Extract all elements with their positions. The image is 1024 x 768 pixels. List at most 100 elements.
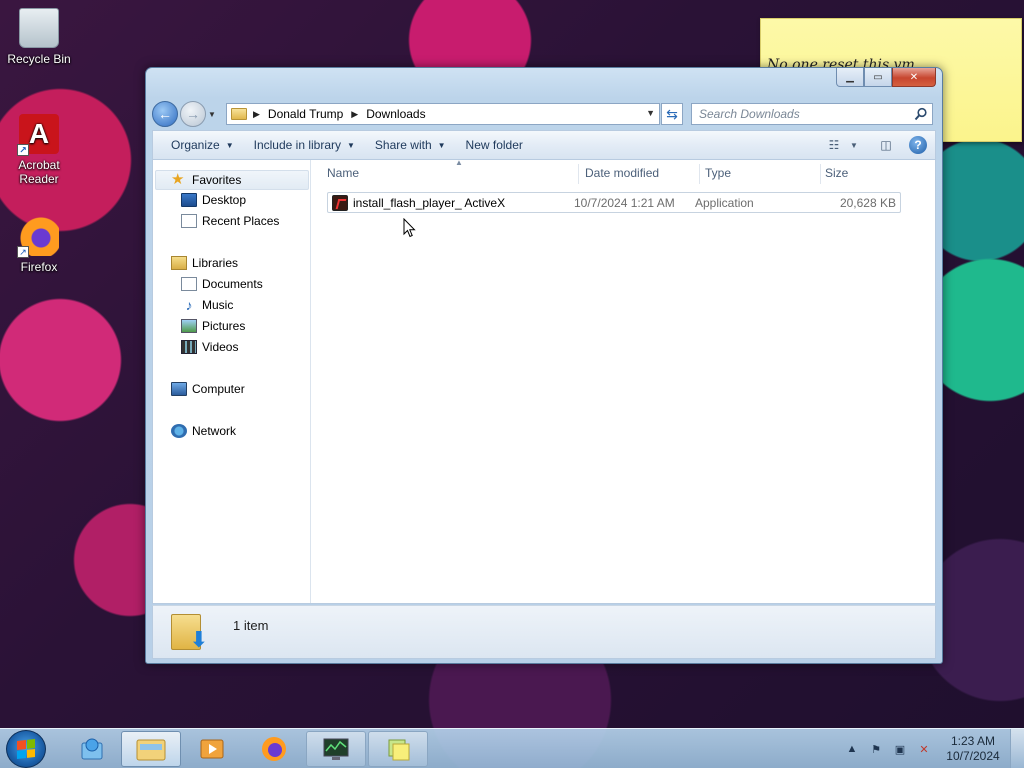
column-label: Type bbox=[705, 166, 732, 180]
new-folder-button[interactable]: New folder bbox=[456, 138, 533, 152]
shortcut-arrow-icon: ↗ bbox=[17, 144, 29, 156]
organize-button[interactable]: Organize ▼ bbox=[161, 138, 244, 152]
column-header-size[interactable]: Size bbox=[819, 160, 899, 186]
clock[interactable]: 1:23 AM 10/7/2024 bbox=[942, 734, 1004, 764]
desktop-icon-label: Acrobat Reader bbox=[18, 158, 60, 186]
folder-icon bbox=[136, 739, 166, 761]
chevron-up-icon: ▲ bbox=[846, 743, 858, 755]
start-button[interactable] bbox=[6, 730, 46, 768]
forward-button[interactable]: → bbox=[180, 101, 206, 127]
view-options-dropdown[interactable]: ▼ bbox=[847, 135, 861, 155]
organize-label: Organize bbox=[171, 138, 220, 152]
chevron-down-icon: ▼ bbox=[850, 140, 858, 150]
computer-icon bbox=[171, 382, 187, 396]
include-in-library-label: Include in library bbox=[253, 138, 341, 152]
item-count: 1 item bbox=[233, 618, 269, 633]
sticky-notes-icon bbox=[388, 739, 410, 761]
network-icon bbox=[171, 424, 187, 438]
volume-muted-icon[interactable]: ✕ bbox=[915, 740, 933, 758]
nav-item-network[interactable]: Network bbox=[171, 421, 236, 441]
chevron-down-icon: ▼ bbox=[225, 140, 234, 150]
desktop-icon-label: Recycle Bin bbox=[7, 52, 71, 66]
sort-ascending-icon: ▲ bbox=[455, 158, 463, 167]
address-bar[interactable]: ▶ Donald Trump ▶ Downloads ▼ bbox=[226, 103, 660, 125]
nav-label: Pictures bbox=[202, 319, 246, 333]
change-view-button[interactable]: ☷ bbox=[821, 135, 847, 155]
column-label: Date modified bbox=[585, 166, 660, 180]
firefox-task[interactable] bbox=[244, 731, 304, 767]
nav-label: Recent Places bbox=[202, 214, 280, 228]
minimize-button[interactable]: ▁ bbox=[836, 68, 864, 87]
flash-installer-icon bbox=[332, 194, 348, 211]
column-header-type[interactable]: Type bbox=[699, 160, 819, 186]
breadcrumb-donald-trump[interactable]: Donald Trump bbox=[268, 107, 343, 121]
recent-pages-dropdown[interactable]: ▼ bbox=[208, 110, 220, 119]
explorer-window[interactable]: ▁ ▭ ✕ ← → ▼ ▶ Donald Trump ▶ Downloads ▼… bbox=[145, 67, 943, 664]
search-icon[interactable] bbox=[914, 107, 928, 121]
desktop-icon-recycle-bin[interactable]: Recycle Bin bbox=[1, 8, 77, 66]
help-button[interactable]: ? bbox=[909, 136, 927, 154]
nav-label: Favorites bbox=[192, 173, 242, 187]
show-desktop-button[interactable] bbox=[1010, 729, 1024, 768]
mouse-cursor-icon bbox=[403, 218, 416, 238]
nav-label: Network bbox=[192, 424, 237, 438]
chevron-down-icon: ▼ bbox=[208, 109, 216, 119]
file-explorer-task[interactable] bbox=[121, 731, 181, 767]
nav-item-favorites[interactable]: ★ Favorites bbox=[155, 170, 309, 190]
network-tray-icon[interactable]: ▣ bbox=[891, 740, 909, 758]
address-dropdown-icon[interactable]: ▼ bbox=[646, 108, 655, 118]
sticky-notes-task[interactable] bbox=[368, 731, 428, 767]
file-name: install_flash_player_ ActiveX bbox=[353, 195, 506, 210]
close-icon: ✕ bbox=[909, 71, 919, 83]
downloads-folder-icon: ⬇ bbox=[171, 614, 208, 651]
nav-item-music[interactable]: ♪ Music bbox=[181, 295, 234, 315]
view-list-icon: ☷ bbox=[828, 138, 840, 152]
media-player-task[interactable] bbox=[182, 731, 242, 767]
nav-label: Libraries bbox=[192, 256, 239, 270]
column-header-date-modified[interactable]: Date modified bbox=[579, 160, 699, 186]
nav-item-documents[interactable]: Documents bbox=[181, 274, 263, 294]
file-size: 20,628 KB bbox=[839, 196, 896, 210]
nav-item-computer[interactable]: Computer bbox=[171, 379, 245, 399]
file-row[interactable]: install_flash_player_ ActiveX 10/7/2024 … bbox=[327, 192, 901, 213]
action-center-flag-icon[interactable]: ⚑ bbox=[867, 740, 885, 758]
nav-item-pictures[interactable]: Pictures bbox=[181, 316, 245, 336]
taskbar: ▲ ⚑ ▣ ✕ 1:23 AM 10/7/2024 bbox=[0, 728, 1024, 768]
recent-places-icon bbox=[181, 214, 197, 228]
back-button[interactable]: ← bbox=[152, 101, 178, 127]
breadcrumb-arrow-icon[interactable]: ▶ bbox=[253, 109, 260, 120]
navigation-pane: ★ Favorites Desktop Recent Places Librar… bbox=[153, 160, 311, 603]
desktop-icon-acrobat-reader[interactable]: A ↗ Acrobat Reader bbox=[1, 114, 77, 186]
include-in-library-button[interactable]: Include in library ▼ bbox=[244, 138, 365, 152]
forward-arrow-icon: → bbox=[186, 106, 200, 122]
nav-item-recent-places[interactable]: Recent Places bbox=[181, 211, 279, 231]
maximize-icon: ▭ bbox=[873, 71, 883, 83]
nav-item-desktop[interactable]: Desktop bbox=[181, 190, 246, 210]
share-with-button[interactable]: Share with ▼ bbox=[365, 138, 456, 152]
back-arrow-icon: ← bbox=[158, 106, 172, 122]
refresh-button[interactable]: ⇆ bbox=[661, 103, 683, 125]
nav-item-videos[interactable]: Videos bbox=[181, 337, 238, 357]
nav-label: Desktop bbox=[202, 193, 247, 207]
task-manager-task[interactable] bbox=[306, 731, 366, 767]
column-label: Size bbox=[825, 166, 849, 180]
acrobat-icon: A ↗ bbox=[17, 114, 59, 156]
breadcrumb-arrow-icon[interactable]: ▶ bbox=[351, 109, 358, 120]
close-button[interactable]: ✕ bbox=[892, 68, 936, 87]
explorer-task[interactable] bbox=[62, 731, 122, 767]
search-input[interactable]: Search Downloads bbox=[691, 103, 933, 125]
maximize-button[interactable]: ▭ bbox=[864, 68, 892, 87]
desktop-folder-icon bbox=[181, 193, 197, 207]
show-hidden-icons-button[interactable]: ▲ bbox=[843, 740, 861, 758]
preview-pane-button[interactable]: ◫ bbox=[873, 135, 899, 155]
shortcut-arrow-icon: ↗ bbox=[17, 246, 29, 258]
chevron-down-icon: ▼ bbox=[347, 140, 355, 150]
breadcrumb-downloads[interactable]: Downloads bbox=[366, 107, 425, 121]
column-header-name[interactable]: Name ▲ bbox=[321, 158, 577, 186]
file-type: Application bbox=[695, 196, 754, 210]
desktop-icon-firefox[interactable]: ↗ Firefox bbox=[1, 216, 77, 274]
windows-logo-icon bbox=[17, 739, 35, 759]
nav-item-libraries[interactable]: Libraries bbox=[171, 253, 238, 273]
column-label: Name bbox=[327, 166, 360, 180]
details-pane: ⬇ 1 item bbox=[152, 605, 936, 659]
